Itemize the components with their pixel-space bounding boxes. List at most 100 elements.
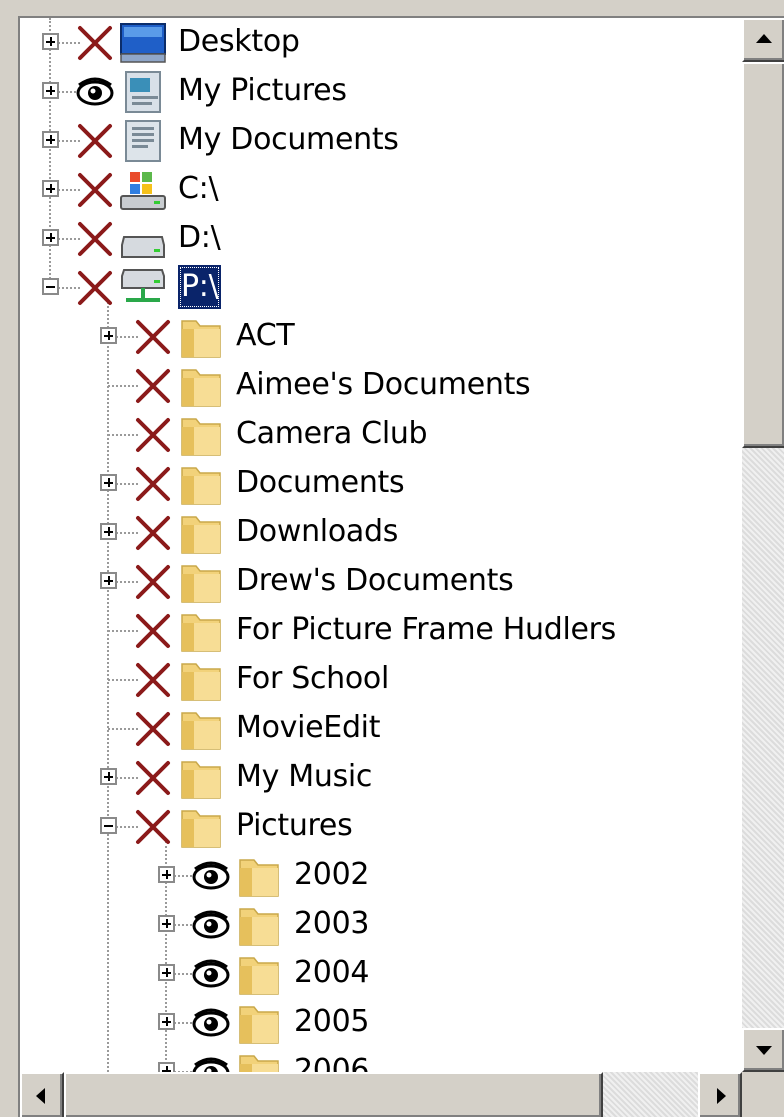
excluded-x-icon[interactable] bbox=[76, 269, 114, 307]
excluded-x-icon[interactable] bbox=[134, 710, 172, 748]
tree-item-label[interactable]: P:\ bbox=[178, 265, 222, 309]
tree-item[interactable]: For Picture Frame Hudlers bbox=[20, 606, 742, 655]
expand-icon[interactable] bbox=[158, 964, 175, 981]
tree-item-label[interactable]: For School bbox=[236, 657, 389, 701]
horizontal-scroll-thumb[interactable] bbox=[64, 1072, 603, 1117]
eye-icon[interactable] bbox=[192, 1053, 230, 1072]
tree-item[interactable]: For School bbox=[20, 655, 742, 704]
expand-icon[interactable] bbox=[42, 82, 59, 99]
tree-item-label[interactable]: Pictures bbox=[236, 804, 353, 848]
eye-icon[interactable] bbox=[192, 906, 230, 944]
scroll-down-button[interactable] bbox=[742, 1028, 784, 1072]
tree-item[interactable]: MovieEdit bbox=[20, 704, 742, 753]
tree-item-label[interactable]: MovieEdit bbox=[236, 706, 380, 750]
expand-icon[interactable] bbox=[158, 915, 175, 932]
eye-icon[interactable] bbox=[192, 955, 230, 993]
tree-item-label[interactable]: 2004 bbox=[294, 951, 369, 995]
tree-item[interactable]: D:\ bbox=[20, 214, 742, 263]
excluded-x-icon[interactable] bbox=[76, 122, 114, 160]
expand-icon[interactable] bbox=[100, 768, 117, 785]
arrow-up-icon bbox=[756, 34, 772, 43]
eye-icon[interactable] bbox=[192, 1004, 230, 1042]
tree-item[interactable]: My Documents bbox=[20, 116, 742, 165]
excluded-x-icon[interactable] bbox=[134, 563, 172, 601]
folder-icon bbox=[176, 413, 226, 457]
tree-item[interactable]: Downloads bbox=[20, 508, 742, 557]
tree-item[interactable]: Pictures bbox=[20, 802, 742, 851]
tree-item[interactable]: Documents bbox=[20, 459, 742, 508]
tree-item[interactable]: Camera Club bbox=[20, 410, 742, 459]
horizontal-scrollbar[interactable] bbox=[20, 1072, 742, 1117]
excluded-x-icon[interactable] bbox=[134, 465, 172, 503]
tree-item[interactable]: 2004 bbox=[20, 949, 742, 998]
excluded-x-icon[interactable] bbox=[76, 171, 114, 209]
folder-tree-panel: Desktop My Pictures My Documents C:\ D:\ P:\ A… bbox=[18, 16, 784, 1117]
scroll-left-button[interactable] bbox=[20, 1072, 64, 1117]
folder-icon bbox=[234, 854, 284, 898]
tree-item-label[interactable]: ACT bbox=[236, 314, 295, 358]
tree-item-label[interactable]: D:\ bbox=[178, 216, 221, 260]
expand-icon[interactable] bbox=[158, 1013, 175, 1030]
expand-icon[interactable] bbox=[42, 33, 59, 50]
tree-item[interactable]: Aimee's Documents bbox=[20, 361, 742, 410]
vertical-scroll-thumb[interactable] bbox=[742, 62, 784, 448]
tree-item[interactable]: My Music bbox=[20, 753, 742, 802]
excluded-x-icon[interactable] bbox=[134, 612, 172, 650]
tree-item-label[interactable]: 2002 bbox=[294, 853, 369, 897]
tree-item[interactable]: Desktop bbox=[20, 18, 742, 67]
tree-item-label[interactable]: My Documents bbox=[178, 118, 399, 162]
tree-item-label[interactable]: My Pictures bbox=[178, 69, 347, 113]
excluded-x-icon[interactable] bbox=[76, 220, 114, 258]
tree-item[interactable]: 2003 bbox=[20, 900, 742, 949]
expand-icon[interactable] bbox=[42, 229, 59, 246]
collapse-icon[interactable] bbox=[100, 817, 117, 834]
excluded-x-icon[interactable] bbox=[134, 514, 172, 552]
tree-item-label[interactable]: Downloads bbox=[236, 510, 398, 554]
excluded-x-icon[interactable] bbox=[134, 759, 172, 797]
expand-icon[interactable] bbox=[100, 474, 117, 491]
collapse-icon[interactable] bbox=[42, 278, 59, 295]
tree-item-label[interactable]: My Music bbox=[236, 755, 372, 799]
folder-tree[interactable]: Desktop My Pictures My Documents C:\ D:\ P:\ A… bbox=[20, 18, 742, 1072]
tree-item[interactable]: Drew's Documents bbox=[20, 557, 742, 606]
eye-icon[interactable] bbox=[76, 73, 114, 111]
tree-item-label[interactable]: 2006 bbox=[294, 1049, 369, 1072]
tree-item-label[interactable]: Documents bbox=[236, 461, 405, 505]
excluded-x-icon[interactable] bbox=[134, 367, 172, 405]
tree-item[interactable]: 2006 bbox=[20, 1047, 742, 1072]
tree-item[interactable]: My Pictures bbox=[20, 67, 742, 116]
expand-icon[interactable] bbox=[100, 327, 117, 344]
folder-icon bbox=[176, 315, 226, 359]
tree-item[interactable]: ACT bbox=[20, 312, 742, 361]
expand-icon[interactable] bbox=[158, 866, 175, 883]
tree-item-label[interactable]: C:\ bbox=[178, 167, 219, 211]
excluded-x-icon[interactable] bbox=[134, 416, 172, 454]
tree-item-label[interactable]: For Picture Frame Hudlers bbox=[236, 608, 616, 652]
tree-item-label[interactable]: Desktop bbox=[178, 20, 300, 64]
expand-icon[interactable] bbox=[42, 131, 59, 148]
tree-item-label[interactable]: Camera Club bbox=[236, 412, 428, 456]
scroll-up-button[interactable] bbox=[742, 18, 784, 62]
folder-icon bbox=[176, 805, 226, 849]
folder-icon bbox=[234, 952, 284, 996]
excluded-x-icon[interactable] bbox=[134, 318, 172, 356]
expand-icon[interactable] bbox=[158, 1062, 175, 1072]
tree-item-label[interactable]: Aimee's Documents bbox=[236, 363, 531, 407]
tree-item-label[interactable]: 2005 bbox=[294, 1000, 369, 1044]
eye-icon[interactable] bbox=[192, 857, 230, 895]
vertical-scrollbar[interactable] bbox=[742, 18, 784, 1072]
expand-icon[interactable] bbox=[100, 523, 117, 540]
expand-icon[interactable] bbox=[100, 572, 117, 589]
excluded-x-icon[interactable] bbox=[76, 24, 114, 62]
tree-item-label[interactable]: 2003 bbox=[294, 902, 369, 946]
tree-item[interactable]: P:\ bbox=[20, 263, 742, 312]
tree-item[interactable]: C:\ bbox=[20, 165, 742, 214]
scroll-right-button[interactable] bbox=[698, 1072, 742, 1117]
folder-icon bbox=[176, 364, 226, 408]
expand-icon[interactable] bbox=[42, 180, 59, 197]
excluded-x-icon[interactable] bbox=[134, 661, 172, 699]
excluded-x-icon[interactable] bbox=[134, 808, 172, 846]
tree-item[interactable]: 2002 bbox=[20, 851, 742, 900]
tree-item-label[interactable]: Drew's Documents bbox=[236, 559, 514, 603]
tree-item[interactable]: 2005 bbox=[20, 998, 742, 1047]
